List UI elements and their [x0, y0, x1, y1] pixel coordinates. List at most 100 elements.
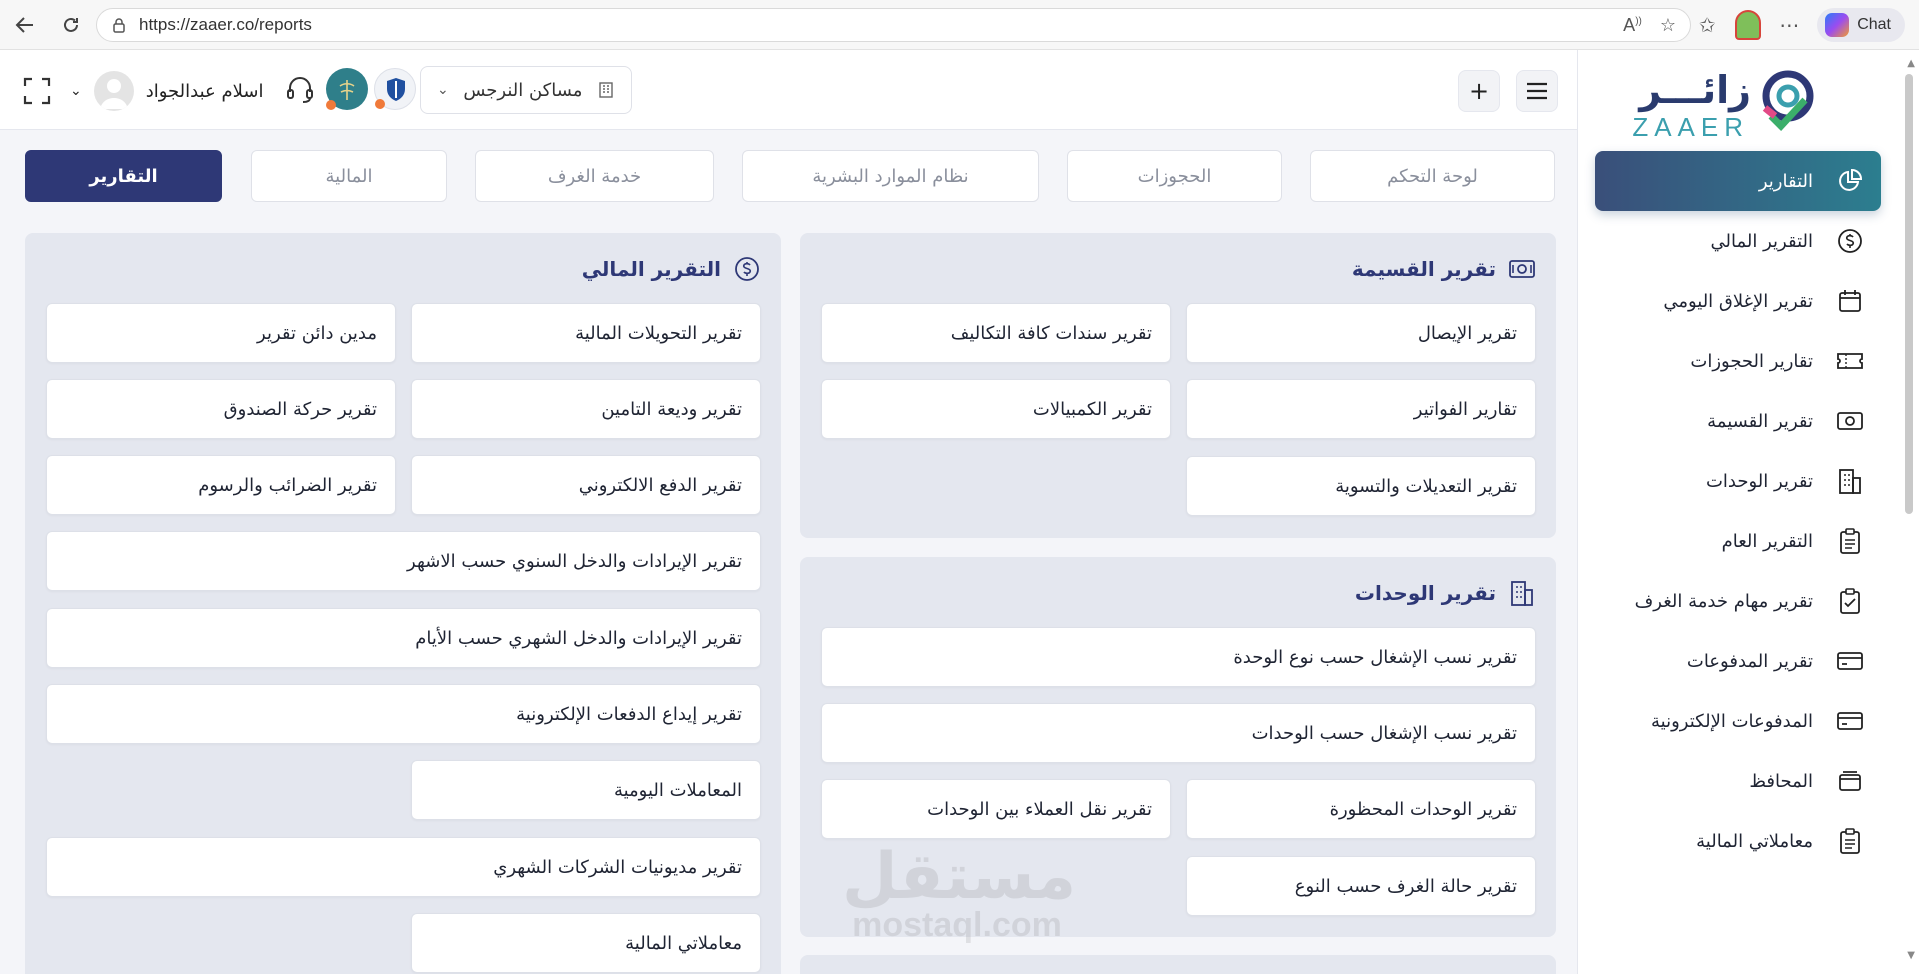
url-text: https://zaaer.co/reports	[139, 15, 312, 34]
sidebar-item-label: التقرير العام	[1721, 530, 1813, 552]
card-title: التقرير المالي	[582, 255, 761, 283]
more-menu-icon[interactable]: ⋯	[1775, 11, 1803, 39]
fullscreen-icon[interactable]	[22, 76, 52, 110]
card-title: تقرير الوحدات	[1355, 579, 1536, 607]
copilot-icon	[1825, 13, 1850, 37]
report-receipt[interactable]: تقرير الإيصال	[1186, 303, 1536, 363]
scroll-up-arrow[interactable]: ▲	[1907, 58, 1915, 69]
sidebar-item-bookings-reports[interactable]: تقارير الحجوزات	[1595, 331, 1881, 391]
report-taxes-fees[interactable]: تقرير الضرائب والرسوم	[46, 455, 396, 515]
avatar	[93, 71, 134, 111]
sidebar-item-financial-report[interactable]: التقرير المالي	[1595, 211, 1881, 271]
sidebar-item-payments-report[interactable]: تقرير المدفوعات	[1595, 631, 1881, 691]
watermark-en: mostaql.com	[852, 906, 1062, 944]
watermark: مستقل mostaql.com	[842, 840, 1077, 970]
sidebar-item-label: التقرير المالي	[1710, 230, 1813, 252]
report-financial-transfers[interactable]: تقرير التحويلات المالية	[411, 303, 761, 363]
report-blocked-units[interactable]: تقرير الوحدات المحظورة	[1186, 779, 1536, 839]
clipboard-icon	[1835, 826, 1865, 856]
report-annual-revenue[interactable]: تقرير الإيرادات والدخل السنوي حسب الاشهر	[46, 531, 761, 591]
sidebar-item-housekeeping-tasks[interactable]: تقرير مهام خدمة الغرف	[1595, 571, 1881, 631]
report-insurance-deposit[interactable]: تقرير وديعة التامين	[411, 379, 761, 439]
support-headset-icon[interactable]	[284, 74, 316, 110]
tab-room-service[interactable]: خدمة الغرف	[475, 150, 714, 202]
brand-logo[interactable]: زائـــر ZAAER	[1632, 62, 1819, 152]
report-adjustments[interactable]: تقرير التعديلات والتسوية	[1186, 456, 1536, 516]
report-e-payment-deposit[interactable]: تقرير إيداع الدفعات الإلكترونية	[46, 684, 761, 744]
property-name: مساكن النرجس	[463, 79, 583, 101]
tab-finance[interactable]: المالية	[251, 150, 447, 202]
read-aloud-icon[interactable]: A))	[1623, 15, 1642, 36]
sidebar-item-my-transactions[interactable]: معاملاتي المالية	[1595, 811, 1881, 871]
sidebar-item-voucher-report[interactable]: تقرير القسيمة	[1595, 391, 1881, 451]
scroll-down-arrow[interactable]: ▼	[1907, 950, 1915, 961]
card-icon	[1835, 646, 1865, 676]
ministry-logo	[326, 68, 368, 110]
sidebar-item-daily-closing[interactable]: تقرير الإغلاق اليومي	[1595, 271, 1881, 331]
sidebar-scrollbar[interactable]	[1905, 74, 1913, 514]
watermark-ar: مستقل	[842, 840, 1077, 914]
card-icon	[1835, 706, 1865, 736]
report-corporate-debts[interactable]: تقرير مديونيات الشركات الشهري	[46, 837, 761, 897]
report-promissory-notes[interactable]: تقرير الكمبيالات	[821, 379, 1171, 439]
favorite-star-icon[interactable]: ☆	[1660, 15, 1676, 36]
dollar-icon	[1835, 226, 1865, 256]
favorites-icon[interactable]: ✩	[1693, 11, 1721, 39]
add-button[interactable]: +	[1458, 70, 1500, 112]
sidebar-item-units-report[interactable]: تقرير الوحدات	[1595, 451, 1881, 511]
back-icon[interactable]	[8, 8, 42, 42]
menu-toggle-button[interactable]	[1516, 70, 1558, 112]
building-icon	[1835, 466, 1865, 496]
sidebar-item-wallets[interactable]: المحافظ	[1595, 751, 1881, 811]
hamburger-icon	[1527, 82, 1547, 100]
ticket-icon	[1835, 346, 1865, 376]
sidebar: زائـــر ZAAER التقارير التقرير المالي تق…	[1577, 50, 1919, 974]
pie-chart-icon	[1835, 166, 1865, 196]
browser-toolbar: https://zaaer.co/reports A)) ☆ ✩ ⋯ Chat	[0, 0, 1919, 50]
tab-bookings[interactable]: الحجوزات	[1067, 150, 1282, 202]
dollar-icon	[733, 255, 761, 283]
building-icon	[599, 82, 613, 98]
sidebar-item-label: تقرير المدفوعات	[1686, 650, 1813, 672]
report-occupancy-by-unit[interactable]: تقرير نسب الإشغال حسب الوحدات	[821, 703, 1536, 763]
location-pin-check-icon	[1762, 70, 1814, 132]
tab-reports[interactable]: التقارير	[25, 150, 222, 202]
report-my-transactions[interactable]: معاملاتي المالية	[411, 913, 761, 973]
copilot-chat-button[interactable]: Chat	[1817, 8, 1905, 42]
calendar-icon	[1835, 286, 1865, 316]
sidebar-item-e-payments[interactable]: المدفوعات الإلكترونية	[1595, 691, 1881, 751]
report-invoices[interactable]: تقارير الفواتير	[1186, 379, 1536, 439]
report-daily-transactions[interactable]: المعاملات اليومية	[411, 760, 761, 820]
sidebar-item-label: المحافظ	[1749, 770, 1813, 792]
report-monthly-revenue[interactable]: تقرير الإيرادات والدخل الشهري حسب الأيام	[46, 608, 761, 668]
refresh-icon[interactable]	[54, 8, 88, 42]
sidebar-item-label: تقارير الحجوزات	[1690, 350, 1813, 372]
user-silhouette-icon	[99, 79, 128, 109]
tab-hr-system[interactable]: نظام الموارد البشرية	[742, 150, 1039, 202]
org-logo-badge[interactable]	[374, 68, 416, 110]
sidebar-item-reports[interactable]: التقارير	[1595, 151, 1881, 211]
report-customer-transfer[interactable]: تقرير نقل العملاء بين الوحدات	[821, 779, 1171, 839]
report-cost-vouchers[interactable]: تقرير سندات كافة التكاليف	[821, 303, 1171, 363]
clipboard-check-icon	[1835, 586, 1865, 616]
chat-label: Chat	[1857, 16, 1891, 33]
report-debit-credit[interactable]: مدين دائن تقرير	[46, 303, 396, 363]
address-bar[interactable]: https://zaaer.co/reports A)) ☆	[96, 8, 1691, 42]
sidebar-nav: التقارير التقرير المالي تقرير الإغلاق ال…	[1595, 151, 1881, 871]
sidebar-item-general-report[interactable]: التقرير العام	[1595, 511, 1881, 571]
report-occupancy-by-type[interactable]: تقرير نسب الإشغال حسب نوع الوحدة	[821, 627, 1536, 687]
user-menu[interactable]: اسلام عبدالجواد ⌄	[70, 70, 263, 112]
report-cash-movement[interactable]: تقرير حركة الصندوق	[46, 379, 396, 439]
report-electronic-payment[interactable]: تقرير الدفع الالكتروني	[411, 455, 761, 515]
clipboard-icon	[1835, 526, 1865, 556]
sidebar-item-label: تقرير الإغلاق اليومي	[1663, 290, 1813, 312]
app-header: + مساكن النرجس ⌄ اسلام عبدالجواد ⌄	[0, 50, 1577, 130]
tab-dashboard[interactable]: لوحة التحكم	[1310, 150, 1555, 202]
report-room-status-by-type[interactable]: تقرير حالة الغرف حسب النوع	[1186, 856, 1536, 916]
sidebar-item-label: معاملاتي المالية	[1696, 830, 1813, 852]
property-selector[interactable]: مساكن النرجس ⌄	[420, 66, 632, 114]
voucher-icon	[1835, 406, 1865, 436]
profile-avatar[interactable]	[1735, 10, 1762, 40]
building-icon	[1508, 579, 1536, 607]
chevron-down-icon: ⌄	[70, 83, 82, 99]
